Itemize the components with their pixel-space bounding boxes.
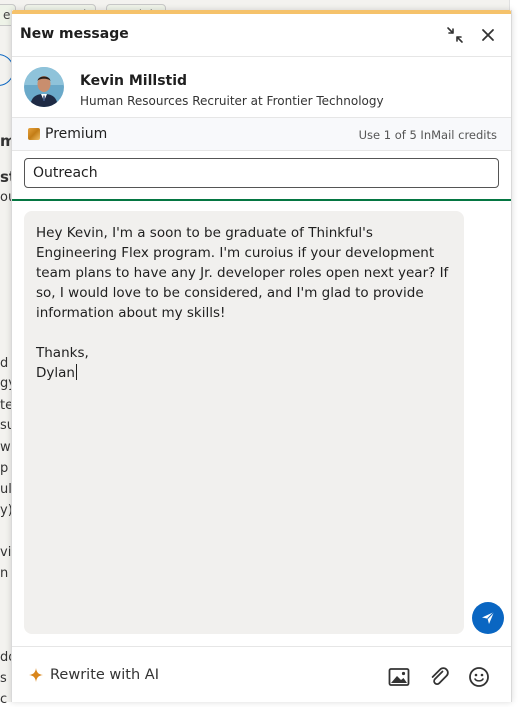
minimize-arrows-icon	[447, 27, 463, 43]
recipient-name[interactable]: Kevin Millstid	[80, 73, 187, 89]
dialog-title: New message	[20, 26, 129, 42]
emoji-icon	[469, 667, 489, 687]
premium-row: Premium Use 1 of 5 InMail credits	[12, 118, 511, 151]
avatar[interactable]	[24, 67, 64, 107]
new-message-dialog: New message Kevin Millstid Human Resourc…	[11, 10, 512, 702]
recipient-row: Kevin Millstid Human Resources Recruiter…	[12, 57, 511, 118]
premium-badge-icon	[28, 128, 40, 140]
message-body-textarea[interactable]: Hey Kevin, I'm a soon to be graduate of …	[24, 211, 464, 634]
subject-input[interactable]	[24, 158, 499, 188]
composer-footer: Rewrite with AI	[12, 646, 511, 703]
recipient-headline: Human Resources Recruiter at Frontier Te…	[80, 94, 384, 108]
add-image-button[interactable]	[387, 665, 411, 689]
sparkle-icon	[29, 668, 43, 682]
send-icon	[482, 611, 495, 624]
active-divider	[12, 199, 511, 201]
close-icon	[482, 29, 494, 41]
send-button[interactable]	[472, 602, 504, 634]
inmail-credits: Use 1 of 5 InMail credits	[358, 128, 497, 142]
attach-file-button[interactable]	[427, 665, 451, 689]
image-icon	[388, 668, 410, 686]
rewrite-with-ai-button[interactable]: Rewrite with AI	[28, 667, 159, 683]
profile-photo-icon	[24, 67, 64, 107]
minimize-button[interactable]	[442, 22, 468, 48]
rewrite-label: Rewrite with AI	[50, 667, 159, 683]
premium-label: Premium	[45, 126, 108, 142]
close-button[interactable]	[475, 22, 501, 48]
paperclip-icon	[431, 667, 449, 685]
text-caret	[75, 364, 77, 380]
dialog-header: New message	[12, 14, 511, 57]
message-body-text: Hey Kevin, I'm a soon to be graduate of …	[36, 225, 449, 381]
emoji-button[interactable]	[467, 665, 491, 689]
